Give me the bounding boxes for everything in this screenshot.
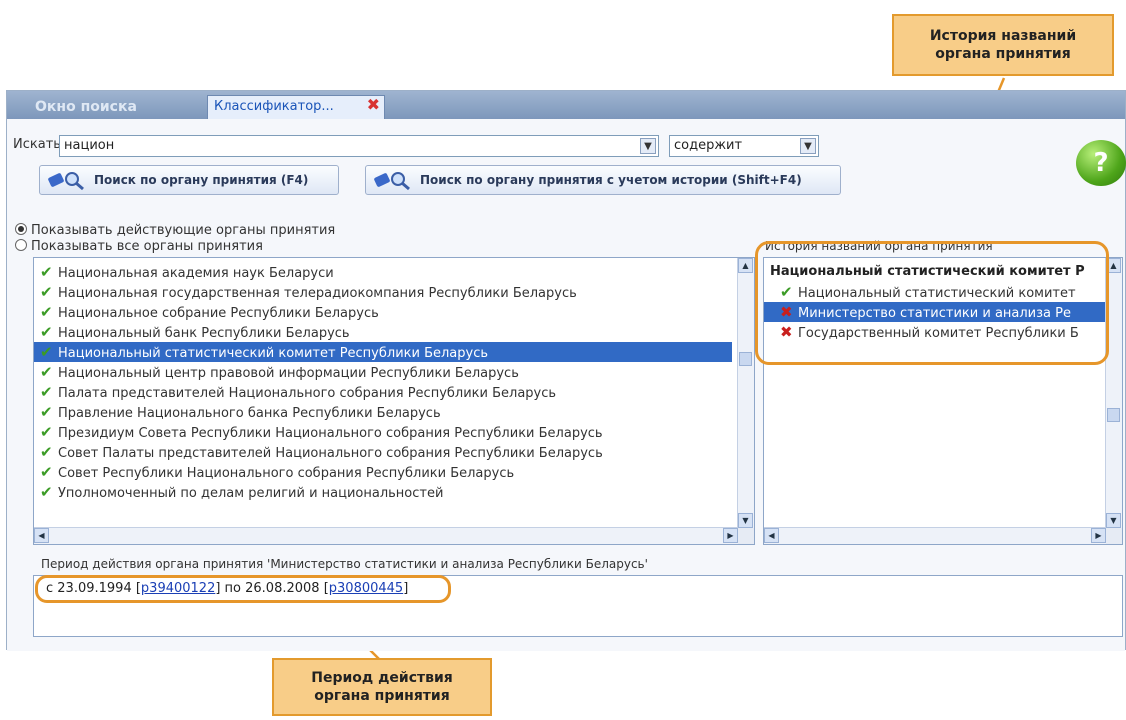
period-highlight — [35, 575, 451, 603]
search-input[interactable]: национ — [59, 135, 659, 157]
list-item[interactable]: ✔ Правление Национального банка Республик… — [34, 402, 754, 422]
search-with-history-label: Поиск по органу принятия с учетом истори… — [420, 173, 802, 187]
list-item[interactable]: ✔ Уполномоченный по делам религий и нацио… — [34, 482, 754, 502]
search-label: Искать — [13, 137, 61, 152]
checkmark-icon: ✔ — [40, 363, 53, 381]
list-item[interactable]: ✔ Палата представителей Национального соб… — [34, 382, 754, 402]
scroll-up-button[interactable]: ▲ — [738, 258, 753, 273]
classifier-window: Окно поиска Классификатор... ✖ Искать на… — [6, 90, 1126, 651]
tab-classifier[interactable]: Классификатор... ✖ — [207, 95, 385, 119]
checkmark-icon: ✔ — [40, 403, 53, 421]
scroll-corner — [738, 528, 754, 544]
tab-bar: Окно поиска Классификатор... ✖ — [7, 91, 1125, 119]
list-item-text: Национальный банк Республики Беларусь — [58, 326, 350, 341]
checkmark-icon: ✔ — [40, 423, 53, 441]
scroll-left-button[interactable]: ◀ — [764, 528, 779, 543]
scroll-thumb[interactable] — [739, 352, 752, 366]
search-by-body-label: Поиск по органу принятия (F4) — [94, 173, 309, 187]
checkmark-icon: ✔ — [40, 343, 53, 361]
scroll-thumb[interactable] — [1107, 408, 1120, 422]
checkmark-icon: ✔ — [40, 463, 53, 481]
checkmark-icon: ✔ — [40, 323, 53, 341]
list-item-text: Национальный статистический комитет Респ… — [58, 346, 489, 361]
radio-dot — [15, 223, 27, 235]
scroll-right-button[interactable]: ▶ — [1091, 528, 1106, 543]
list-item-text: Национальная академия наук Беларуси — [58, 266, 334, 281]
search-with-history-button[interactable]: Поиск по органу принятия с учетом истори… — [365, 165, 841, 195]
help-icon[interactable]: ? — [1076, 140, 1126, 186]
list-item[interactable]: ✔ Президиум Совета Республики Национально… — [34, 422, 754, 442]
radio-dot — [15, 239, 27, 251]
scroll-left-button[interactable]: ◀ — [34, 528, 49, 543]
scroll-down-button[interactable]: ▼ — [1106, 513, 1121, 528]
scroll-right-button[interactable]: ▶ — [723, 528, 738, 543]
search-mode-select[interactable]: содержит — [669, 135, 819, 157]
tab-search-window[interactable]: Окно поиска — [11, 95, 197, 119]
period-callout: Период действия органа принятия — [272, 658, 492, 716]
radio-active-bodies[interactable]: Показывать действующие органы принятия — [15, 223, 335, 238]
tab-classifier-label: Классификатор... — [214, 99, 334, 114]
mode-dropdown-button[interactable]: ▼ — [800, 138, 816, 154]
horizontal-scrollbar[interactable]: ◀ ▶ — [764, 527, 1106, 544]
list-item[interactable]: ✔ Совет Палаты представителей Национально… — [34, 442, 754, 462]
radio-all-label: Показывать все органы принятия — [31, 239, 263, 254]
horizontal-scrollbar[interactable]: ◀ ▶ — [34, 527, 738, 544]
list-item[interactable]: ✔ Национальный центр правовой информации … — [34, 362, 754, 382]
vertical-scrollbar[interactable]: ▲ ▼ — [737, 258, 754, 528]
bodies-list[interactable]: ✔ Национальная академия наук Беларуси ✔ На… — [33, 257, 755, 545]
close-icon[interactable]: ✖ — [367, 94, 380, 116]
checkmark-icon: ✔ — [40, 283, 53, 301]
list-item-text: Совет Республики Национального собрания … — [58, 466, 515, 481]
list-item-text: Совет Палаты представителей Национальног… — [58, 446, 603, 461]
radio-active-label: Показывать действующие органы принятия — [31, 223, 336, 238]
list-item-text: Национальный центр правовой информации Р… — [58, 366, 519, 381]
list-item[interactable]: ✔ Совет Республики Национального собрания… — [34, 462, 754, 482]
scroll-corner — [1106, 528, 1122, 544]
list-item[interactable]: ✔ Национальная государственная телерадиок… — [34, 282, 754, 302]
scroll-down-button[interactable]: ▼ — [738, 513, 753, 528]
list-item[interactable]: ✔ Национальное собрание Республики Белару… — [34, 302, 754, 322]
radio-all-bodies[interactable]: Показывать все органы принятия — [15, 239, 263, 254]
magnifier-icon — [48, 169, 86, 191]
list-item-text: Палата представителей Национального собр… — [58, 386, 557, 401]
list-item-text: Национальное собрание Республики Беларус… — [58, 306, 379, 321]
classifier-panel: Искать национ ▼ содержит ▼ Поиск по орга… — [7, 119, 1125, 651]
list-item-text: Правление Национального банка Республики… — [58, 406, 441, 421]
search-dropdown-button[interactable]: ▼ — [640, 138, 656, 154]
history-highlight — [755, 241, 1109, 365]
checkmark-icon: ✔ — [40, 483, 53, 501]
checkmark-icon: ✔ — [40, 383, 53, 401]
list-item-selected[interactable]: ✔ Национальный статистический комитет Рес… — [34, 342, 732, 362]
list-item-text: Уполномоченный по делам религий и национ… — [58, 486, 444, 501]
list-item[interactable]: ✔ Национальный банк Республики Беларусь — [34, 322, 754, 342]
tab-search-window-label: Окно поиска — [35, 99, 137, 115]
list-item-text: Президиум Совета Республики Национальног… — [58, 426, 603, 441]
search-by-body-button[interactable]: Поиск по органу принятия (F4) — [39, 165, 339, 195]
period-callout-text: Период действия органа принятия — [311, 670, 453, 704]
magnifier-icon — [374, 169, 412, 191]
checkmark-icon: ✔ — [40, 263, 53, 281]
checkmark-icon: ✔ — [40, 443, 53, 461]
list-item-text: Национальная государственная телерадиоко… — [58, 286, 577, 301]
checkmark-icon: ✔ — [40, 303, 53, 321]
period-title: Период действия органа принятия 'Министе… — [41, 557, 648, 571]
list-item[interactable]: ✔ Национальная академия наук Беларуси — [34, 262, 754, 282]
